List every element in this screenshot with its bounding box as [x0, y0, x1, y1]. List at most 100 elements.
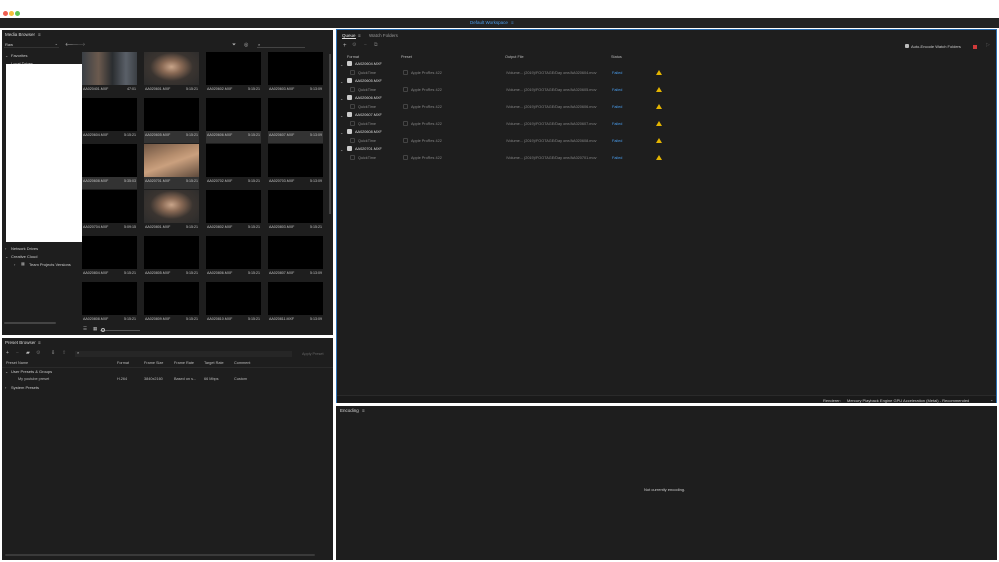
network-drives-item[interactable]: Network Drives — [11, 246, 38, 251]
media-browser-menu-icon[interactable]: ≡ — [38, 32, 41, 37]
output-file[interactable]: /Volume... (2019)/FOOTAGE/Day one/AA0206… — [506, 88, 596, 92]
column-header[interactable]: Frame Size — [144, 361, 163, 365]
preset-checkbox[interactable] — [403, 87, 408, 92]
preset-scrollbar[interactable] — [5, 554, 315, 556]
tree-arrow-icon[interactable]: ⌄ — [5, 369, 8, 374]
output-checkbox[interactable] — [350, 138, 355, 143]
group-icon[interactable]: ▰ — [26, 351, 30, 356]
team-projects-item[interactable]: Team Projects Versions — [29, 262, 71, 267]
list-view-icon[interactable]: ☰ — [83, 326, 87, 332]
remove-preset-icon[interactable]: − — [16, 351, 19, 356]
workspace-tab[interactable]: Default Workspace — [470, 20, 508, 25]
tree-arrow-icon[interactable]: ⌄ — [340, 147, 343, 152]
queue-source-row[interactable]: ⌄ AA020604.MXF — [338, 60, 996, 68]
chevron-down-icon[interactable]: ⌄ — [990, 397, 993, 402]
close-window-button[interactable] — [3, 11, 8, 16]
system-presets-group[interactable]: System Presets — [11, 385, 39, 390]
output-file[interactable]: /Volume... (2019)/FOOTAGE/Day one/AA0206… — [506, 122, 596, 126]
output-format[interactable]: QuickTime — [358, 139, 376, 143]
warning-icon[interactable] — [656, 87, 662, 92]
output-checkbox[interactable] — [350, 121, 355, 126]
remove-icon[interactable]: − — [364, 43, 367, 48]
media-browser-title[interactable]: Media Browser — [5, 32, 35, 37]
clip-tile[interactable]: AA020807.MXF 5:13:09 — [268, 236, 323, 281]
preset-browser-menu-icon[interactable]: ≡ — [38, 340, 41, 345]
maximize-window-button[interactable] — [15, 11, 20, 16]
clip-tile[interactable]: AA020810.MXF 5:15:21 — [206, 282, 261, 327]
clip-tile[interactable]: AA020608.MXF 5:35:03 — [82, 144, 137, 189]
queue-output-row[interactable]: QuickTime Apple ProRes 422/Volume... (201… — [338, 69, 996, 77]
preset-browser-title[interactable]: Preset Browser — [5, 340, 36, 345]
preset-checkbox[interactable] — [403, 155, 408, 160]
queue-source-row[interactable]: ⌄ AA020701.MXF — [338, 145, 996, 153]
forward-icon[interactable]: 🡒 — [72, 43, 85, 48]
source-checkbox[interactable] — [347, 112, 352, 117]
clip-tile[interactable]: AA020806.MXF 5:15:21 — [206, 236, 261, 281]
start-queue-icon[interactable]: ▷ — [986, 43, 990, 48]
column-header[interactable]: Target Rate — [204, 361, 224, 365]
warning-icon[interactable] — [656, 138, 662, 143]
preset-checkbox[interactable] — [403, 70, 408, 75]
clip-tile[interactable]: AA020606.MXF 5:15:21 — [206, 98, 261, 143]
view-icon[interactable]: ◎ — [244, 43, 248, 48]
clip-tile[interactable]: AA020605.MXF 5:15:21 — [144, 98, 199, 143]
grid-scrollbar[interactable] — [329, 54, 331, 214]
preset-search-input[interactable]: ⌕ — [75, 350, 292, 357]
output-preset[interactable]: Apple ProRes 422 — [411, 88, 442, 92]
clip-tile[interactable]: AA020702.MXF 5:15:21 — [206, 144, 261, 189]
import-icon[interactable]: ⇩ — [51, 351, 55, 356]
clip-tile[interactable]: AA020703.MXF 5:13:09 — [268, 144, 323, 189]
output-format[interactable]: QuickTime — [358, 105, 376, 109]
tree-scrollbar[interactable] — [4, 322, 56, 324]
preset-checkbox[interactable] — [403, 104, 408, 109]
output-format[interactable]: QuickTime — [358, 122, 376, 126]
add-preset-icon[interactable]: + — [6, 351, 9, 356]
queue-output-row[interactable]: QuickTime Apple ProRes 422/Volume... (201… — [338, 120, 996, 128]
clip-tile[interactable]: AA020805.MXF 5:15:21 — [144, 236, 199, 281]
warning-icon[interactable] — [656, 70, 662, 75]
tree-arrow-icon[interactable]: ⌄ — [340, 79, 343, 84]
tab-queue[interactable]: Queue — [342, 33, 356, 39]
user-presets-group[interactable]: User Presets & Groups — [11, 369, 52, 374]
favorites-item[interactable]: Favorites — [11, 53, 27, 58]
tab-watch-folders[interactable]: Watch Folders — [369, 33, 398, 38]
clip-tile[interactable]: AA020808.MXF 5:15:21 — [82, 282, 137, 327]
creative-cloud-item[interactable]: Creative Cloud — [11, 254, 37, 259]
minimize-window-button[interactable] — [9, 11, 14, 16]
queue-output-row[interactable]: QuickTime Apple ProRes 422/Volume... (201… — [338, 103, 996, 111]
filter-icon[interactable]: ⏷ — [232, 43, 236, 48]
clip-tile[interactable]: AA020802.MXF 5:15:21 — [206, 190, 261, 235]
output-file[interactable]: /Volume... (2019)/FOOTAGE/Day one/AA0206… — [506, 139, 596, 143]
output-preset[interactable]: Apple ProRes 422 — [411, 156, 442, 160]
preset-checkbox[interactable] — [403, 121, 408, 126]
clip-tile[interactable]: AA020811.MXF 5:13:09 — [268, 282, 323, 327]
zoom-slider[interactable] — [100, 330, 140, 331]
export-icon[interactable]: ⇧ — [62, 351, 66, 356]
queue-source-row[interactable]: ⌄ AA020605.MXF — [338, 77, 996, 85]
tree-arrow-icon[interactable]: ⌄ — [340, 113, 343, 118]
source-checkbox[interactable] — [347, 146, 352, 151]
output-preset[interactable]: Apple ProRes 422 — [411, 71, 442, 75]
output-preset[interactable]: Apple ProRes 422 — [411, 122, 442, 126]
queue-output-row[interactable]: QuickTime Apple ProRes 422/Volume... (201… — [338, 137, 996, 145]
output-preset[interactable]: Apple ProRes 422 — [411, 105, 442, 109]
column-header[interactable]: Format — [347, 55, 359, 59]
clip-tile[interactable]: AA020803.MXF 5:15:21 — [268, 190, 323, 235]
clip-tile[interactable]: AA020801.MXF 5:15:21 — [144, 190, 199, 235]
output-checkbox[interactable] — [350, 104, 355, 109]
warning-icon[interactable] — [656, 104, 662, 109]
output-preset[interactable]: Apple ProRes 422 — [411, 139, 442, 143]
clip-tile[interactable]: AA020704.MXF 5:09:15 — [82, 190, 137, 235]
output-file[interactable]: /Volume... (2019)/FOOTAGE/Day one/AA0206… — [506, 105, 596, 109]
queue-output-row[interactable]: QuickTime Apple ProRes 422/Volume... (201… — [338, 154, 996, 162]
warning-icon[interactable] — [656, 121, 662, 126]
workspace-menu-icon[interactable]: ≡ — [511, 20, 514, 25]
tree-arrow-icon[interactable]: › — [5, 385, 6, 390]
queue-source-row[interactable]: ⌄ AA020608.MXF — [338, 128, 996, 136]
clip-tile[interactable]: AA020607.MXF 5:13:09 — [268, 98, 323, 143]
duplicate-icon[interactable]: ⧉ — [374, 43, 378, 48]
filter-dropdown[interactable]: Raw ⌄ — [4, 41, 59, 48]
media-search-input[interactable]: ⌕ — [257, 42, 305, 48]
queue-output-row[interactable]: QuickTime Apple ProRes 422/Volume... (201… — [338, 86, 996, 94]
settings-icon[interactable]: ⚙ — [352, 43, 356, 48]
